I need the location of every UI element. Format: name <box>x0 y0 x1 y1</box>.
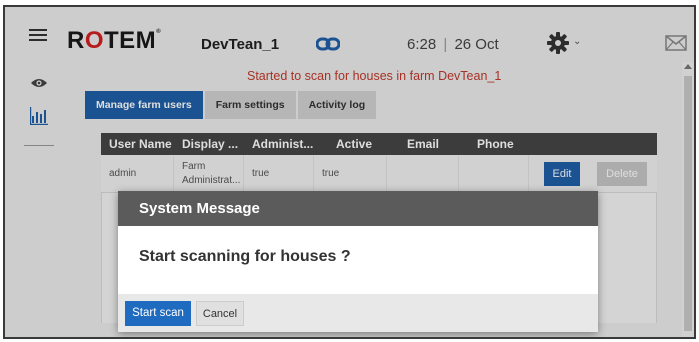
dialog-message: Start scanning for houses ? <box>139 248 351 265</box>
dialog-title: System Message <box>118 191 598 226</box>
cancel-button[interactable]: Cancel <box>196 301 244 326</box>
dialog-footer: Start scan Cancel <box>118 294 598 332</box>
app-window: ROTEM® DevTean_1 6:28 | 26 Oct ⌄ Started… <box>3 5 696 339</box>
start-scan-button[interactable]: Start scan <box>125 301 191 326</box>
system-message-dialog: System Message Start scanning for houses… <box>118 191 598 332</box>
